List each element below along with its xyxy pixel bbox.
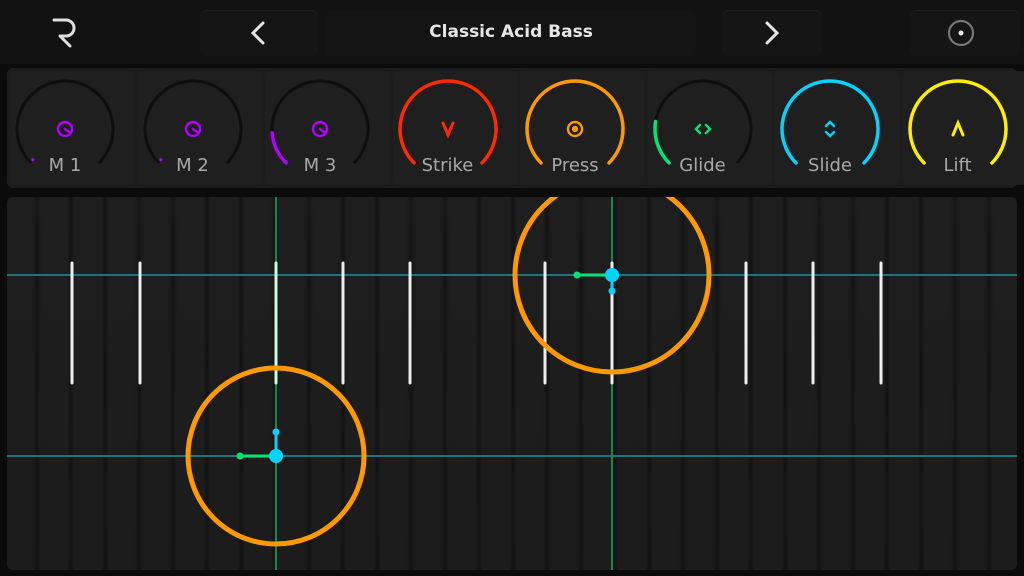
slide-handle — [272, 428, 280, 436]
macro-knob-icon — [56, 120, 74, 138]
menu-button[interactable] — [910, 10, 1020, 56]
chevron-left-icon — [250, 21, 265, 45]
glide-handle — [573, 271, 581, 279]
slide-handle — [608, 287, 616, 295]
arrows-horizontal-icon — [693, 123, 712, 135]
touch-point — [269, 449, 283, 463]
knob-label: Slide — [808, 155, 852, 176]
circle-dot-icon — [947, 19, 975, 47]
knob-lift[interactable]: Lift — [902, 71, 1024, 185]
chevron-right-icon — [765, 21, 780, 45]
knob-press[interactable]: Press — [520, 71, 644, 185]
knob-label: M 2 — [176, 155, 209, 176]
header-bar: Classic Acid Bass — [0, 0, 1024, 64]
knob-label: Lift — [943, 155, 972, 176]
glide-handle — [236, 452, 244, 460]
macro-knob-icon — [311, 120, 329, 138]
knob-m1[interactable]: M 1 — [10, 71, 134, 185]
chevron-up-icon — [951, 119, 964, 137]
macro-knob-icon — [184, 120, 201, 138]
prev-preset-button[interactable] — [200, 10, 318, 56]
knob-strip: M 1 M 2 M 3 Strike Press Glide Slide Lift — [7, 68, 1024, 188]
knob-glide[interactable]: Glide — [647, 71, 772, 185]
knob-m2[interactable]: M 2 — [137, 71, 262, 185]
knob-strike[interactable]: Strike — [392, 71, 517, 185]
knob-slide[interactable]: Slide — [775, 71, 899, 185]
knob-value-arc — [397, 79, 498, 165]
knob-m3[interactable]: M 3 — [265, 71, 389, 185]
chevron-down-icon — [441, 121, 454, 139]
arrows-vertical-icon — [824, 120, 836, 138]
touch-point — [605, 268, 619, 282]
knob-label: M 3 — [303, 155, 337, 176]
knob-label: M 1 — [48, 155, 82, 176]
preset-name[interactable]: Classic Acid Bass — [326, 10, 696, 56]
knob-label: Glide — [679, 155, 726, 176]
knob-label: Strike — [421, 155, 474, 176]
knob-label: Press — [551, 155, 599, 176]
roli-logo — [52, 18, 76, 48]
keyboard-surface[interactable] — [7, 197, 1017, 570]
next-preset-button[interactable] — [722, 10, 822, 56]
circle-dot-icon — [566, 120, 584, 138]
keyboard-graphics — [7, 197, 1017, 570]
